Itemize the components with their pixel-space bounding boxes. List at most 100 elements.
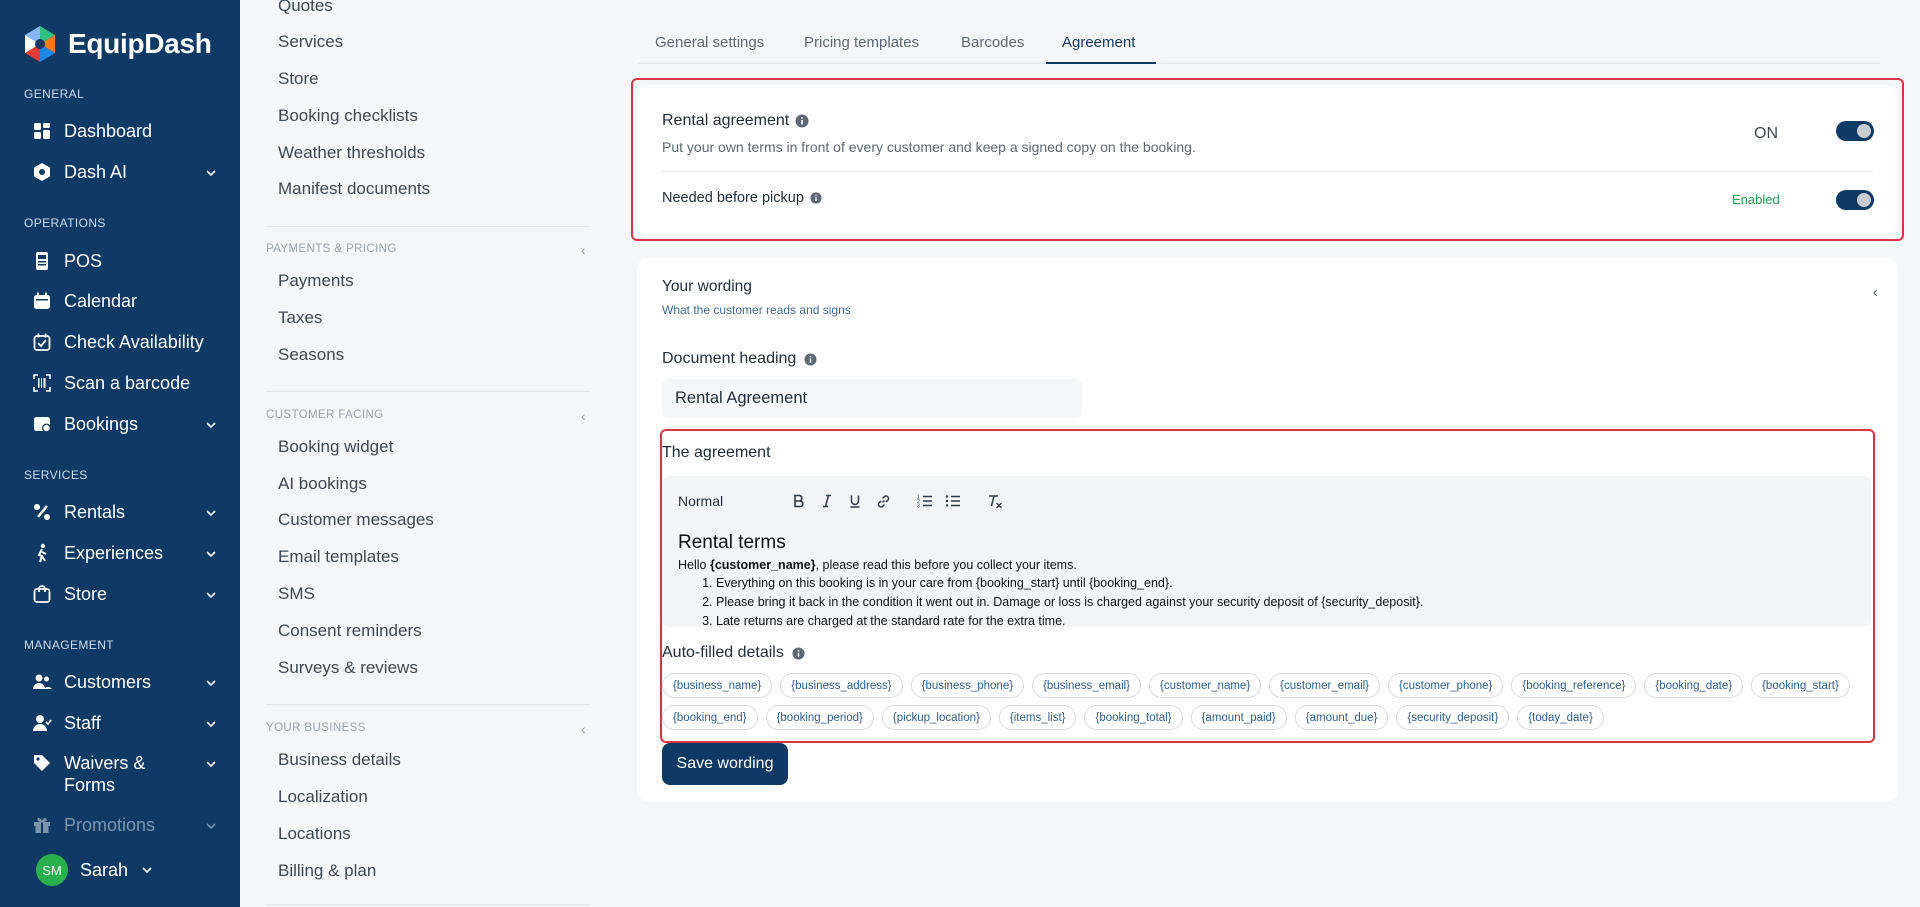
subnav-item-locations[interactable]: Locations (278, 824, 351, 844)
token-chip[interactable]: {business_name} (662, 673, 773, 698)
nav-item-bookings[interactable]: Bookings (32, 413, 218, 435)
ai-icon (34, 163, 50, 181)
subnav-item-manifest-documents[interactable]: Manifest documents (278, 179, 430, 199)
rental-agreement-title: Rental agreement (662, 112, 790, 129)
token-chip[interactable]: {customer_name} (1149, 673, 1262, 698)
main-sidebar: EquipDash GENERAL Dashboard Dash AI OPER… (0, 0, 240, 907)
nav-item-label: Rentals (64, 502, 126, 522)
document-heading-input[interactable] (662, 379, 1082, 418)
token-chip[interactable]: {booking_date} (1644, 673, 1744, 698)
nav-item-promotions[interactable]: Promotions (32, 814, 218, 836)
info-icon[interactable] (792, 646, 805, 660)
token-chip[interactable]: {booking_total} (1084, 705, 1183, 730)
subnav-item-booking-checklists[interactable]: Booking checklists (278, 106, 418, 126)
nav-item-dashboard[interactable]: Dashboard (32, 120, 218, 142)
needed-before-pickup-toggle[interactable] (1836, 190, 1874, 210)
tab-pricing-templates[interactable]: Pricing templates (804, 34, 919, 51)
token-chip[interactable]: {today_date} (1517, 705, 1604, 730)
nav-item-check-availability[interactable]: Check Availability (32, 331, 218, 353)
token-chip[interactable]: {booking_start} (1751, 673, 1850, 698)
bold-icon[interactable] (788, 490, 810, 512)
subnav-item-store[interactable]: Store (278, 69, 319, 89)
format-select[interactable]: Normal (678, 493, 788, 509)
nav-section-management: MANAGEMENT (24, 638, 115, 652)
token-chip[interactable]: {business_email} (1032, 673, 1142, 698)
subnav-item-ai-bookings[interactable]: AI bookings (278, 474, 367, 494)
nav-item-experiences[interactable]: Experiences (32, 542, 218, 564)
subnav-item-email-templates[interactable]: Email templates (278, 547, 399, 567)
chevron-down-icon (206, 422, 216, 429)
subnav-section-your-business[interactable]: YOUR BUSINESS ‹ (266, 721, 586, 737)
nav-item-scan-barcode[interactable]: Scan a barcode (32, 372, 218, 394)
auto-filled-details-text: Auto-filled details (662, 644, 784, 661)
nav-item-label: Staff (64, 713, 101, 733)
subnav-item-sms[interactable]: SMS (278, 584, 315, 604)
document-heading-label-text: Document heading (662, 350, 797, 367)
token-chip[interactable]: {business_address} (780, 673, 903, 698)
nav-item-rentals[interactable]: Rentals (32, 501, 218, 523)
rental-agreement-row: Rental agreement (662, 112, 809, 130)
subnav-item-surveys-reviews[interactable]: Surveys & reviews (278, 658, 418, 678)
info-icon[interactable] (810, 192, 822, 204)
nav-item-waivers-forms[interactable]: Waivers & Forms (32, 752, 218, 796)
ordered-list-icon[interactable]: 123 (914, 490, 936, 512)
subnav-section-payments[interactable]: PAYMENTS & PRICING ‹ (266, 242, 586, 258)
info-icon[interactable] (804, 352, 817, 366)
token-chip[interactable]: {booking_period} (765, 705, 874, 730)
needed-before-pickup-title: Needed before pickup (662, 190, 804, 206)
chevron-down-icon (206, 721, 216, 728)
nav-item-store[interactable]: Store (32, 583, 218, 605)
token-chip[interactable]: {security_deposit} (1396, 705, 1510, 730)
tab-general-settings[interactable]: General settings (655, 34, 764, 51)
subnav-item-localization[interactable]: Localization (278, 787, 368, 807)
underline-icon[interactable] (844, 490, 866, 512)
agreement-editor[interactable]: Normal 123 Rental terms Hello {customer_… (662, 476, 1871, 628)
subnav-item-taxes[interactable]: Taxes (278, 308, 322, 328)
clear-formatting-icon[interactable] (984, 490, 1006, 512)
subnav-item-booking-widget[interactable]: Booking widget (278, 437, 393, 457)
rental-agreement-toggle[interactable] (1836, 121, 1874, 141)
nav-item-calendar[interactable]: Calendar (32, 290, 218, 312)
token-chip[interactable]: {customer_phone} (1388, 673, 1504, 698)
save-wording-button[interactable]: Save wording (662, 743, 788, 785)
info-icon[interactable] (795, 114, 809, 128)
token-chip[interactable]: {pickup_location} (881, 705, 991, 730)
token-chip[interactable]: {booking_end} (662, 705, 758, 730)
user-menu[interactable]: SM Sarah (36, 854, 154, 886)
token-chip[interactable]: {customer_email} (1269, 673, 1381, 698)
calendar-check-icon (33, 333, 51, 351)
token-chip[interactable]: {booking_reference} (1511, 673, 1637, 698)
subnav-divider (266, 226, 590, 227)
subnav-item-quotes[interactable]: Quotes (278, 0, 333, 16)
doc-term: Please bring it back in the condition it… (716, 593, 1855, 612)
token-chip[interactable]: {items_list} (998, 705, 1077, 730)
subnav-item-business-details[interactable]: Business details (278, 750, 401, 770)
svg-text:3: 3 (917, 504, 920, 509)
token-chip[interactable]: {amount_paid} (1190, 705, 1287, 730)
nav-item-label: POS (64, 251, 103, 271)
tab-agreement[interactable]: Agreement (1062, 34, 1135, 51)
subnav-section-customer-facing[interactable]: CUSTOMER FACING ‹ (266, 408, 586, 424)
collapse-chevron-icon[interactable]: ‹ (1873, 284, 1878, 302)
nav-item-dash-ai[interactable]: Dash AI (32, 161, 218, 183)
subnav-item-billing-plan[interactable]: Billing & plan (278, 861, 376, 881)
subnav-item-weather-thresholds[interactable]: Weather thresholds (278, 143, 425, 163)
link-icon[interactable] (872, 490, 894, 512)
subnav-item-services[interactable]: Services (278, 32, 343, 52)
nav-item-staff[interactable]: Staff (32, 712, 218, 734)
subnav-item-seasons[interactable]: Seasons (278, 345, 344, 365)
bullet-list-icon[interactable] (942, 490, 964, 512)
subnav-item-customer-messages[interactable]: Customer messages (278, 510, 434, 530)
nav-item-pos[interactable]: POS (32, 250, 218, 272)
agreement-document[interactable]: Rental terms Hello {customer_name}, plea… (678, 532, 1855, 631)
token-chip[interactable]: {amount_due} (1294, 705, 1389, 730)
nav-item-customers[interactable]: Customers (32, 671, 218, 693)
subnav-item-consent-reminders[interactable]: Consent reminders (278, 621, 422, 641)
doc-intro-suffix: , please read this before you collect yo… (815, 558, 1077, 572)
tab-barcodes[interactable]: Barcodes (961, 34, 1024, 51)
subnav-item-payments[interactable]: Payments (278, 271, 354, 291)
chevron-down-icon (206, 761, 216, 768)
brand[interactable]: EquipDash (22, 24, 212, 64)
token-chip[interactable]: {business_phone} (910, 673, 1025, 698)
italic-icon[interactable] (816, 490, 838, 512)
